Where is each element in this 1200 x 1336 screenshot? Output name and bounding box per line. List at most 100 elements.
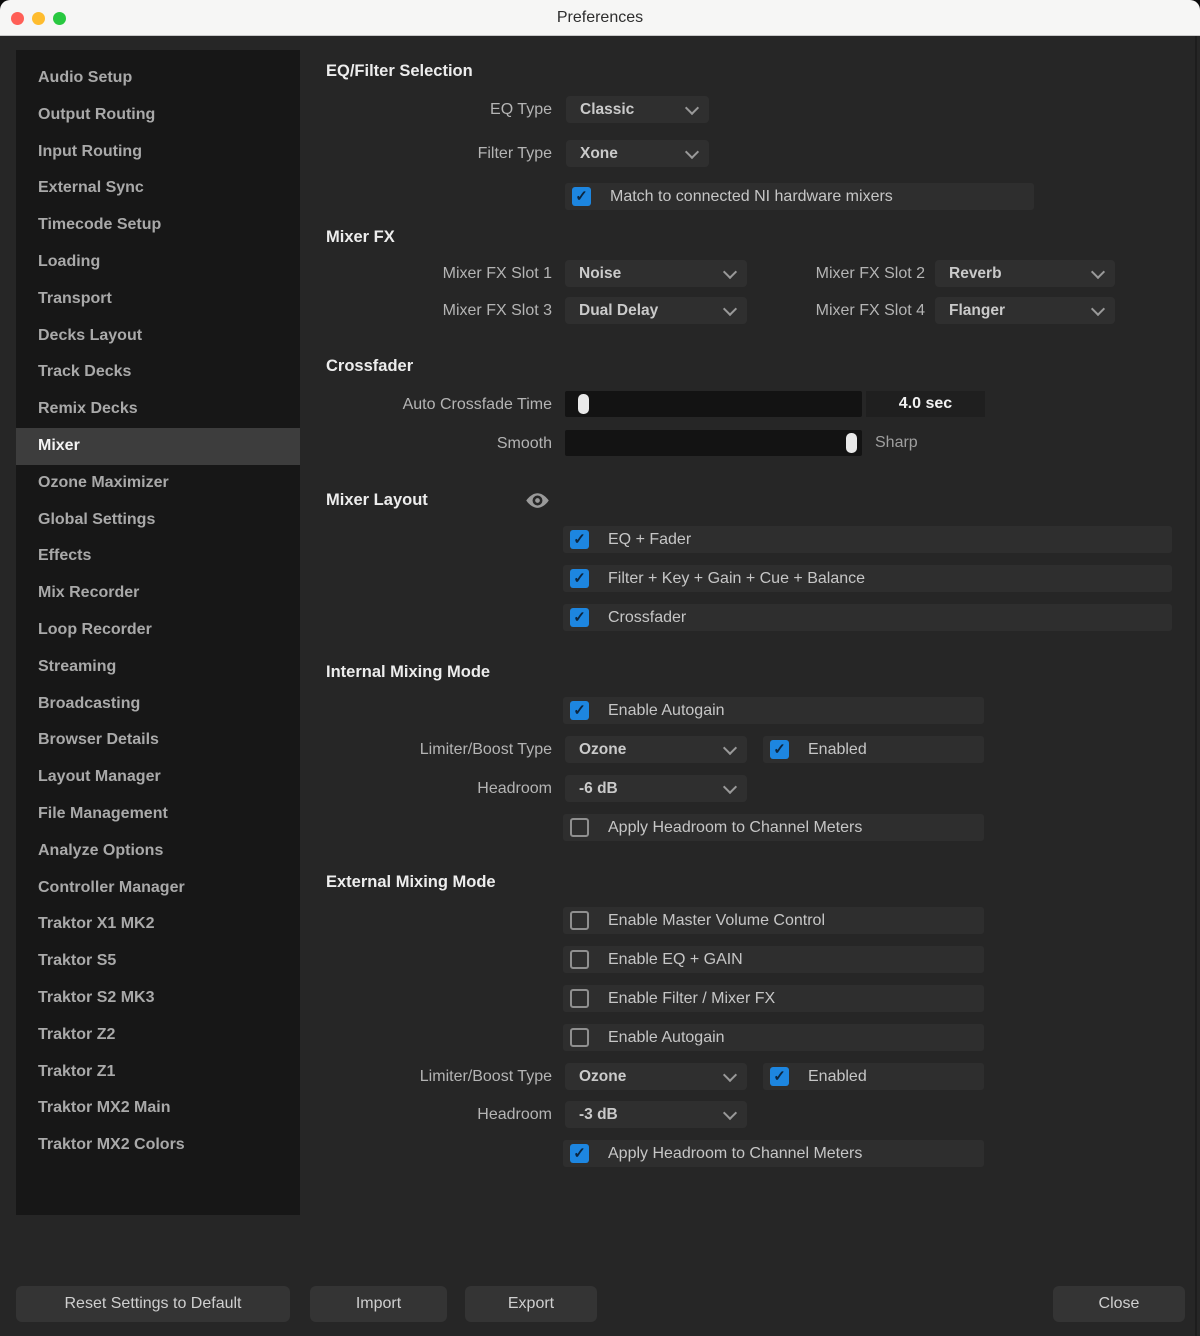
sidebar-item-traktor-x1-mk2[interactable]: Traktor X1 MK2 bbox=[16, 906, 300, 943]
mixer-fx-slot3-dropdown[interactable]: Dual Delay bbox=[565, 297, 747, 324]
sidebar-item-file-management[interactable]: File Management bbox=[16, 796, 300, 833]
section-title-mixer-layout: Mixer Layout bbox=[326, 491, 428, 510]
sidebar-item-traktor-s5[interactable]: Traktor S5 bbox=[16, 943, 300, 980]
external-master-volume-checkbox-row[interactable]: Enable Master Volume Control bbox=[563, 907, 984, 934]
chevron-down-icon bbox=[723, 301, 737, 315]
layout-crossfader-checkbox-row[interactable]: ✓ Crossfader bbox=[563, 604, 1172, 631]
sidebar-item-input-routing[interactable]: Input Routing bbox=[16, 134, 300, 171]
external-headroom-value: -3 dB bbox=[579, 1106, 618, 1124]
sidebar-item-decks-layout[interactable]: Decks Layout bbox=[16, 318, 300, 355]
external-filter-mixerfx-checkbox-row[interactable]: Enable Filter / Mixer FX bbox=[563, 985, 984, 1012]
checkbox-checked-icon[interactable]: ✓ bbox=[770, 740, 789, 759]
external-eq-gain-checkbox-row[interactable]: Enable EQ + GAIN bbox=[563, 946, 984, 973]
checkbox-checked-icon[interactable]: ✓ bbox=[570, 530, 589, 549]
sidebar-item-layout-manager[interactable]: Layout Manager bbox=[16, 759, 300, 796]
chevron-down-icon bbox=[685, 100, 699, 114]
sidebar-item-streaming[interactable]: Streaming bbox=[16, 649, 300, 686]
external-eq-gain-label: Enable EQ + GAIN bbox=[608, 951, 743, 969]
mixer-fx-slot4-value: Flanger bbox=[949, 302, 1005, 320]
close-button[interactable]: Close bbox=[1053, 1286, 1185, 1322]
internal-enable-autogain-label: Enable Autogain bbox=[608, 702, 725, 720]
internal-headroom-label: Headroom bbox=[326, 775, 552, 802]
mixer-fx-slot1-dropdown[interactable]: Noise bbox=[565, 260, 747, 287]
auto-crossfade-time-slider[interactable] bbox=[565, 391, 862, 417]
sidebar-item-analyze-options[interactable]: Analyze Options bbox=[16, 833, 300, 870]
external-apply-headroom-checkbox-row[interactable]: ✓ Apply Headroom to Channel Meters bbox=[563, 1140, 984, 1167]
import-button[interactable]: Import bbox=[310, 1286, 447, 1322]
preferences-sidebar: Audio Setup Output Routing Input Routing… bbox=[16, 50, 300, 1215]
check-icon: ✓ bbox=[573, 532, 586, 547]
sidebar-item-external-sync[interactable]: External Sync bbox=[16, 170, 300, 207]
external-limiter-type-dropdown[interactable]: Ozone bbox=[565, 1063, 747, 1090]
sidebar-item-mixer[interactable]: Mixer bbox=[16, 428, 300, 465]
checkbox-unchecked-icon[interactable] bbox=[570, 818, 589, 837]
export-button[interactable]: Export bbox=[465, 1286, 597, 1322]
check-icon: ✓ bbox=[575, 189, 588, 204]
internal-limiter-type-dropdown[interactable]: Ozone bbox=[565, 736, 747, 763]
mixer-fx-slot4-dropdown[interactable]: Flanger bbox=[935, 297, 1115, 324]
internal-enable-autogain-checkbox-row[interactable]: ✓ Enable Autogain bbox=[563, 697, 984, 724]
sidebar-item-output-routing[interactable]: Output Routing bbox=[16, 97, 300, 134]
internal-headroom-dropdown[interactable]: -6 dB bbox=[565, 775, 747, 802]
external-limiter-enabled-checkbox-row[interactable]: ✓ Enabled bbox=[763, 1063, 984, 1090]
chevron-down-icon bbox=[723, 1105, 737, 1119]
internal-apply-headroom-checkbox-row[interactable]: Apply Headroom to Channel Meters bbox=[563, 814, 984, 841]
chevron-down-icon bbox=[723, 740, 737, 754]
internal-limiter-enabled-checkbox-row[interactable]: ✓ Enabled bbox=[763, 736, 984, 763]
layout-filter-key-gain-checkbox-row[interactable]: ✓ Filter + Key + Gain + Cue + Balance bbox=[563, 565, 1172, 592]
sidebar-item-track-decks[interactable]: Track Decks bbox=[16, 354, 300, 391]
sidebar-item-effects[interactable]: Effects bbox=[16, 538, 300, 575]
sidebar-item-global-settings[interactable]: Global Settings bbox=[16, 502, 300, 539]
filter-type-dropdown[interactable]: Xone bbox=[566, 140, 709, 167]
sidebar-item-traktor-z2[interactable]: Traktor Z2 bbox=[16, 1017, 300, 1054]
reset-settings-button[interactable]: Reset Settings to Default bbox=[16, 1286, 290, 1322]
sidebar-item-timecode-setup[interactable]: Timecode Setup bbox=[16, 207, 300, 244]
checkbox-checked-icon[interactable]: ✓ bbox=[570, 608, 589, 627]
external-limiter-enabled-label: Enabled bbox=[808, 1068, 867, 1086]
sidebar-item-traktor-mx2-colors[interactable]: Traktor MX2 Colors bbox=[16, 1127, 300, 1164]
sidebar-item-browser-details[interactable]: Browser Details bbox=[16, 722, 300, 759]
sidebar-item-loop-recorder[interactable]: Loop Recorder bbox=[16, 612, 300, 649]
eye-icon[interactable] bbox=[524, 489, 551, 517]
auto-crossfade-time-value: 4.0 sec bbox=[866, 391, 985, 417]
sidebar-item-broadcasting[interactable]: Broadcasting bbox=[16, 686, 300, 723]
eq-type-label: EQ Type bbox=[326, 96, 552, 123]
checkbox-unchecked-icon[interactable] bbox=[570, 989, 589, 1008]
checkbox-unchecked-icon[interactable] bbox=[570, 911, 589, 930]
crossfader-curve-slider[interactable] bbox=[565, 430, 862, 456]
checkbox-checked-icon[interactable]: ✓ bbox=[570, 569, 589, 588]
eq-type-dropdown[interactable]: Classic bbox=[566, 96, 709, 123]
external-enable-autogain-checkbox-row[interactable]: Enable Autogain bbox=[563, 1024, 984, 1051]
mixer-fx-slot2-dropdown[interactable]: Reverb bbox=[935, 260, 1115, 287]
checkbox-checked-icon[interactable]: ✓ bbox=[570, 1144, 589, 1163]
check-icon: ✓ bbox=[573, 1146, 586, 1161]
sidebar-item-remix-decks[interactable]: Remix Decks bbox=[16, 391, 300, 428]
sidebar-item-audio-setup[interactable]: Audio Setup bbox=[16, 60, 300, 97]
checkbox-checked-icon[interactable]: ✓ bbox=[770, 1067, 789, 1086]
mixer-fx-slot2-value: Reverb bbox=[949, 265, 1002, 283]
slider-handle[interactable] bbox=[846, 433, 857, 453]
mixer-fx-slot4-label: Mixer FX Slot 4 bbox=[760, 297, 925, 324]
sidebar-item-transport[interactable]: Transport bbox=[16, 281, 300, 318]
sidebar-item-traktor-mx2-main[interactable]: Traktor MX2 Main bbox=[16, 1090, 300, 1127]
internal-limiter-type-label: Limiter/Boost Type bbox=[326, 736, 552, 763]
checkbox-checked-icon[interactable]: ✓ bbox=[570, 701, 589, 720]
checkbox-unchecked-icon[interactable] bbox=[570, 950, 589, 969]
slider-handle[interactable] bbox=[578, 394, 589, 414]
sidebar-item-mix-recorder[interactable]: Mix Recorder bbox=[16, 575, 300, 612]
sidebar-item-controller-manager[interactable]: Controller Manager bbox=[16, 870, 300, 907]
checkbox-unchecked-icon[interactable] bbox=[570, 1028, 589, 1047]
external-headroom-dropdown[interactable]: -3 dB bbox=[565, 1101, 747, 1128]
chevron-down-icon bbox=[723, 1067, 737, 1081]
layout-eq-fader-checkbox-row[interactable]: ✓ EQ + Fader bbox=[563, 526, 1172, 553]
sidebar-item-traktor-z1[interactable]: Traktor Z1 bbox=[16, 1054, 300, 1091]
external-filter-mixerfx-label: Enable Filter / Mixer FX bbox=[608, 990, 775, 1008]
sidebar-item-ozone-maximizer[interactable]: Ozone Maximizer bbox=[16, 465, 300, 502]
checkbox-checked-icon[interactable]: ✓ bbox=[572, 187, 591, 206]
sidebar-item-traktor-s2-mk3[interactable]: Traktor S2 MK3 bbox=[16, 980, 300, 1017]
external-headroom-label: Headroom bbox=[326, 1101, 552, 1128]
sharp-label: Sharp bbox=[875, 430, 918, 456]
sidebar-item-loading[interactable]: Loading bbox=[16, 244, 300, 281]
match-ni-hardware-checkbox-row[interactable]: ✓ Match to connected NI hardware mixers bbox=[565, 183, 1034, 210]
scrollbar-track[interactable] bbox=[1195, 36, 1197, 1336]
